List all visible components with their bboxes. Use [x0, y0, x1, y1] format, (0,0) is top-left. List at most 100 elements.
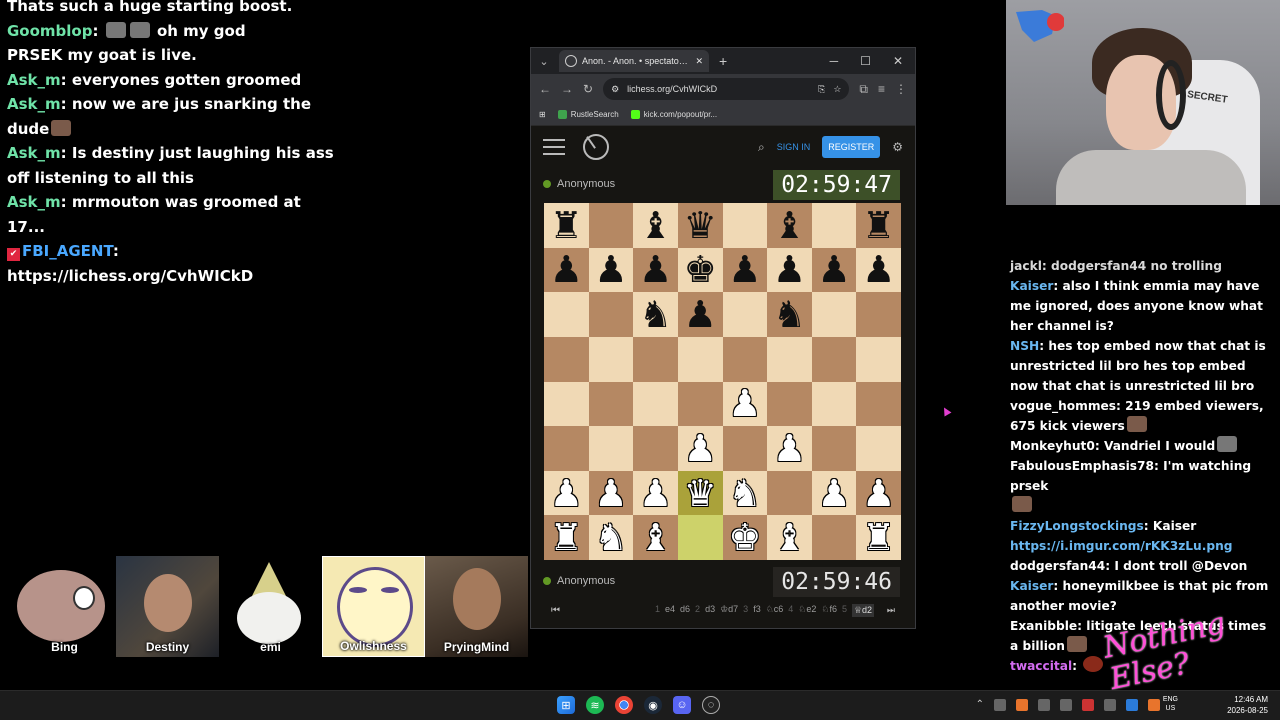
register-button[interactable]: REGISTER — [822, 136, 881, 158]
bookmark-star-icon[interactable]: ☆ — [833, 84, 841, 95]
chat-link[interactable]: https://lichess.org/CvhWICkD — [7, 267, 253, 285]
board-square[interactable]: ♟ — [544, 247, 589, 293]
gear-icon[interactable]: ⚙ — [892, 140, 903, 154]
lichess-logo-icon[interactable] — [583, 134, 609, 160]
black-knight-icon[interactable]: ♞ — [773, 296, 806, 333]
move[interactable]: f3 — [753, 604, 761, 617]
tray-icon[interactable] — [1126, 699, 1138, 711]
back-icon[interactable]: ← — [539, 82, 551, 96]
board-square[interactable]: ♟ — [767, 247, 812, 293]
board-square[interactable] — [811, 292, 857, 337]
black-pawn-icon[interactable]: ♟ — [728, 251, 761, 288]
board-square[interactable]: ♟ — [544, 470, 589, 516]
move[interactable]: ♔d7 — [720, 604, 738, 617]
hamburger-menu-icon[interactable] — [543, 139, 565, 155]
board-square[interactable]: ♟ — [677, 426, 723, 471]
white-pawn-icon[interactable]: ♟ — [639, 475, 672, 512]
sign-in-link[interactable]: SIGN IN — [777, 142, 811, 152]
black-bishop-icon[interactable]: ♝ — [639, 207, 672, 244]
chess-board[interactable]: ♜ ♝ ♛ ♝ ♜ ♟ ♟ ♟ ♚ ♟ ♟ ♟ ♟ ♞ ♟ ♞ ♟ ♟ ♟ ♟ ♟ ♟ ♛ ♞ ♟ ♟ ♜ ♞ ♝ ♚ ♝ ♜ — [544, 203, 901, 560]
board-square[interactable] — [633, 426, 678, 471]
board-square[interactable]: ♜ — [544, 203, 589, 248]
board-square[interactable]: ♟ — [767, 426, 812, 471]
top-player[interactable]: Anonymous — [543, 178, 615, 190]
participant-tile[interactable]: Destiny — [116, 556, 219, 657]
board-square[interactable]: ♟ — [588, 470, 634, 516]
board-square[interactable]: ♝ — [767, 203, 812, 248]
menu-icon[interactable]: ⋮ — [895, 82, 907, 96]
board-square[interactable] — [722, 292, 768, 337]
board-square[interactable] — [588, 203, 634, 248]
tray-icon[interactable] — [1016, 699, 1028, 711]
board-square[interactable] — [633, 381, 678, 427]
board-square[interactable]: ♟ — [722, 247, 768, 293]
board-square[interactable]: ♝ — [767, 515, 812, 560]
board-square[interactable] — [811, 336, 857, 382]
black-pawn-icon[interactable]: ♟ — [817, 251, 850, 288]
close-icon[interactable]: ✕ — [893, 54, 903, 68]
board-square[interactable] — [544, 426, 589, 471]
move[interactable]: ♘f6 — [821, 604, 837, 617]
white-pawn-icon[interactable]: ♟ — [684, 430, 717, 467]
board-square[interactable] — [633, 336, 678, 382]
move[interactable]: d3 — [705, 604, 715, 617]
chrome-icon[interactable] — [615, 696, 633, 714]
board-square[interactable] — [811, 381, 857, 427]
board-square[interactable]: ♞ — [722, 470, 768, 516]
white-queen-icon[interactable]: ♛ — [684, 475, 717, 512]
board-square[interactable]: ♝ — [633, 515, 678, 560]
board-square[interactable]: ♜ — [856, 515, 901, 560]
move[interactable]: ♘c6 — [766, 604, 784, 617]
black-rook-icon[interactable]: ♜ — [862, 207, 895, 244]
board-square[interactable] — [811, 426, 857, 471]
tray-icon[interactable] — [1060, 699, 1072, 711]
move[interactable]: d6 — [680, 604, 690, 617]
move[interactable]: ♘e2 — [798, 604, 816, 617]
move[interactable]: ♕d2 — [851, 603, 875, 617]
close-tab-icon[interactable]: ✕ — [695, 56, 703, 67]
tab-search-icon[interactable]: ⌄ — [535, 55, 553, 68]
black-knight-icon[interactable]: ♞ — [639, 296, 672, 333]
move[interactable]: e4 — [665, 604, 675, 617]
board-square[interactable]: ♟ — [856, 247, 901, 293]
white-pawn-icon[interactable]: ♟ — [728, 385, 761, 422]
tray-icon[interactable] — [994, 699, 1006, 711]
site-info-icon[interactable]: ⚙ — [611, 84, 619, 95]
board-square[interactable] — [677, 381, 723, 427]
black-pawn-icon[interactable]: ♟ — [639, 251, 672, 288]
board-square[interactable]: ♞ — [633, 292, 678, 337]
extensions-icon[interactable]: ⧉ — [859, 82, 868, 97]
black-king-icon[interactable]: ♚ — [684, 251, 717, 288]
black-bishop-icon[interactable]: ♝ — [773, 207, 806, 244]
reload-icon[interactable]: ↻ — [583, 82, 593, 96]
bookmark-item[interactable]: RustleSearch — [557, 110, 619, 119]
participant-tile[interactable]: Bing — [13, 556, 116, 657]
board-square[interactable] — [856, 426, 901, 471]
board-square[interactable]: ♟ — [677, 292, 723, 337]
board-square[interactable] — [677, 336, 723, 382]
black-pawn-icon[interactable]: ♟ — [594, 251, 627, 288]
tray-icon[interactable] — [1148, 699, 1160, 711]
black-pawn-icon[interactable]: ♟ — [862, 251, 895, 288]
minimize-icon[interactable]: ─ — [830, 54, 839, 68]
white-pawn-icon[interactable]: ♟ — [817, 475, 850, 512]
board-square[interactable] — [767, 336, 812, 382]
maximize-icon[interactable]: ☐ — [860, 54, 871, 68]
search-icon[interactable]: ⌕ — [758, 140, 765, 155]
board-square[interactable] — [767, 381, 812, 427]
last-move-icon[interactable]: ⏭ — [887, 605, 895, 616]
tray-chevron-icon[interactable]: ⌃ — [976, 699, 984, 711]
system-clock[interactable]: 12:46 AM 2026-08-25 — [1227, 694, 1268, 716]
tray-icon[interactable] — [1104, 699, 1116, 711]
board-square[interactable]: ♜ — [544, 515, 589, 560]
language-indicator[interactable]: ENG US — [1163, 695, 1178, 713]
chat-link[interactable]: https://i.imgur.com/rKK3zLu.png — [1010, 539, 1233, 553]
install-icon[interactable]: ⎘ — [818, 84, 825, 95]
board-square[interactable] — [588, 292, 634, 337]
obs-icon[interactable]: ◌ — [702, 696, 720, 714]
new-tab-icon[interactable]: + — [719, 53, 727, 69]
board-square[interactable] — [856, 292, 901, 337]
board-square[interactable] — [811, 203, 857, 248]
board-square[interactable] — [677, 515, 723, 560]
bookmark-item[interactable]: kick.com/popout/pr... — [630, 110, 717, 119]
